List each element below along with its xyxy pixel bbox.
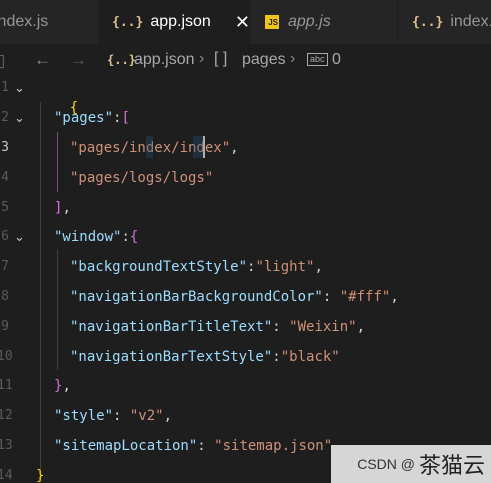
line-number: 2 [1, 110, 9, 125]
line-number: 9 [1, 319, 9, 334]
code-line: "pages":[ [54, 110, 130, 126]
tab-label: app.json [150, 13, 211, 30]
js-file-icon: JS [265, 15, 279, 29]
json-file-icon: {..} [412, 14, 444, 30]
fold-chevron-icon[interactable]: ⌄ [14, 80, 30, 96]
code-line: "navigationBarTextStyle":"black" [70, 349, 340, 365]
string-symbol-icon: abc [307, 53, 328, 66]
close-icon[interactable]: ✕ [235, 12, 250, 33]
breadcrumb: ▯ ← → {..} app.json › [ ] pages › abc 0 [0, 44, 491, 78]
code-line: "pages/index/index", [70, 140, 239, 156]
indent-guide [40, 102, 41, 482]
code-line: ], [54, 200, 71, 216]
indent-guide [57, 250, 58, 370]
array-bracket-icon: [ ] [214, 50, 228, 67]
breadcrumb-index[interactable]: 0 [332, 51, 341, 69]
line-number: 4 [1, 170, 9, 185]
line-number: 3 [1, 140, 9, 155]
line-number: 8 [1, 289, 9, 304]
line-number: 6 [1, 229, 9, 244]
split-icon[interactable]: ▯ [0, 51, 5, 71]
line-number: 7 [1, 259, 9, 274]
code-line: "window":{ [54, 229, 139, 245]
tab-label: app.js [288, 13, 331, 30]
tab-label: index.js [450, 13, 491, 30]
line-number: 12 [0, 408, 13, 423]
json-file-icon: {..} [112, 14, 144, 30]
fold-chevron-icon[interactable]: ⌄ [14, 110, 30, 126]
forward-arrow-icon[interactable]: → [70, 50, 87, 70]
indent-guide [57, 132, 58, 192]
code-line: "pages/logs/logs" [70, 170, 214, 186]
tab-app-js[interactable]: JS app.js [250, 0, 398, 44]
tab-bar: index.js {..} app.json ✕ JS app.js {..} … [0, 0, 491, 44]
back-arrow-icon[interactable]: ← [34, 50, 51, 70]
breadcrumb-file[interactable]: app.json [134, 51, 195, 69]
tab-index-js[interactable]: index.js [0, 0, 100, 44]
line-number: 1 [1, 80, 9, 95]
tab-label: index.js [0, 13, 49, 30]
chevron-right-icon: › [290, 50, 296, 67]
line-number: 11 [0, 378, 13, 393]
code-line: "navigationBarTitleText": "Weixin", [70, 319, 366, 335]
code-line: "backgroundTextStyle":"light", [70, 259, 323, 275]
line-number: 5 [1, 200, 9, 215]
watermark: CSDN @ 茶猫云 [331, 445, 491, 483]
tab-index-json[interactable]: {..} index.js [398, 0, 491, 44]
code-line: "navigationBarBackgroundColor": "#fff", [70, 289, 399, 305]
watermark-text: CSDN @ [357, 456, 415, 472]
code-editor[interactable]: 1 2 3 4 5 6 7 8 9 10 11 12 13 14 ⌄ ⌄ ⌄ {… [0, 78, 491, 483]
tab-app-json[interactable]: {..} app.json ✕ [100, 0, 250, 44]
json-file-icon: {..} [107, 53, 136, 67]
fold-chevron-icon[interactable]: ⌄ [14, 229, 30, 245]
code-line: "sitemapLocation": "sitemap.json" [54, 438, 333, 454]
code-line: }, [54, 378, 71, 394]
watermark-brand: 茶猫云 [418, 453, 485, 478]
word-highlight [146, 136, 153, 158]
line-number: 13 [0, 438, 13, 453]
word-highlight [193, 136, 203, 158]
line-number: 14 [0, 468, 13, 483]
line-number: 10 [0, 349, 13, 364]
code-line: "style": "v2", [54, 408, 173, 424]
breadcrumb-key[interactable]: pages [242, 51, 286, 69]
chevron-right-icon: › [199, 50, 205, 67]
code-line: } [36, 468, 45, 483]
